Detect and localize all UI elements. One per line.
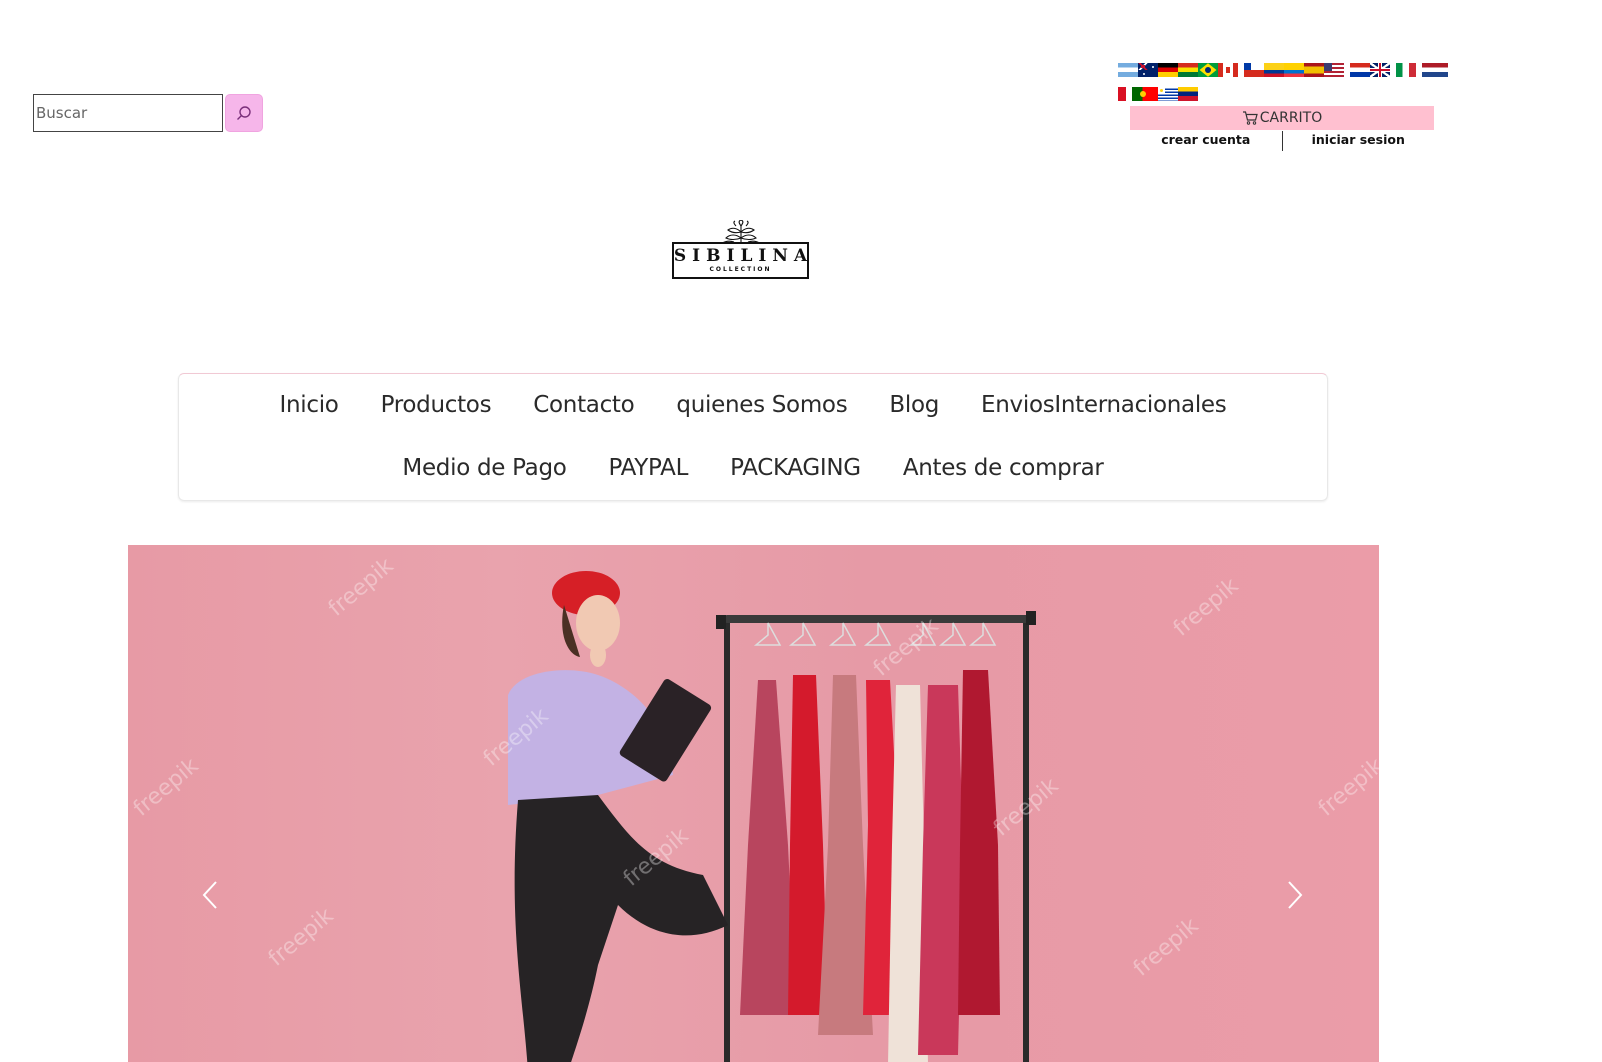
flag-pt-icon[interactable] bbox=[1132, 87, 1158, 101]
main-navigation: Inicio Productos Contacto quienes Somos … bbox=[178, 373, 1328, 501]
nav-item-productos[interactable]: Productos bbox=[381, 390, 492, 420]
nav-item-envios-internacionales[interactable]: EnviosInternacionales bbox=[981, 390, 1227, 420]
flag-nl-icon[interactable] bbox=[1422, 63, 1448, 77]
flag-pe-icon[interactable] bbox=[1118, 87, 1126, 101]
logo-subtitle: COLLECTION bbox=[709, 266, 772, 273]
login-link[interactable]: iniciar sesion bbox=[1283, 131, 1435, 151]
nav-item-packaging[interactable]: PACKAGING bbox=[730, 453, 861, 483]
flag-ca-icon[interactable] bbox=[1218, 63, 1238, 77]
flags-row-1 bbox=[1118, 63, 1448, 79]
flags-row-2 bbox=[1118, 87, 1448, 103]
nav-item-quienes-somos[interactable]: quienes Somos bbox=[676, 390, 847, 420]
chevron-right-icon bbox=[1288, 881, 1303, 909]
nav-row-1: Inicio Productos Contacto quienes Somos … bbox=[179, 390, 1327, 420]
nav-item-medio-de-pago[interactable]: Medio de Pago bbox=[402, 453, 566, 483]
nav-row-2: Medio de Pago PAYPAL PACKAGING Antes de … bbox=[179, 453, 1327, 483]
cart-label: CARRITO bbox=[1259, 110, 1323, 126]
search-button[interactable] bbox=[225, 94, 263, 132]
dresses bbox=[740, 670, 1000, 1062]
nav-item-contacto[interactable]: Contacto bbox=[533, 390, 634, 420]
carousel-next-button[interactable] bbox=[1280, 875, 1310, 915]
flag-es-icon[interactable] bbox=[1304, 63, 1324, 77]
nav-item-blog[interactable]: Blog bbox=[889, 390, 939, 420]
search-form bbox=[33, 94, 263, 132]
flag-cl-icon[interactable] bbox=[1244, 63, 1264, 77]
flag-py-icon[interactable] bbox=[1350, 63, 1370, 77]
account-links: crear cuenta iniciar sesion bbox=[1130, 131, 1434, 151]
language-flags bbox=[1118, 63, 1448, 111]
logo-box: SIBILINA COLLECTION bbox=[672, 242, 809, 279]
create-account-link[interactable]: crear cuenta bbox=[1130, 131, 1282, 151]
flag-co-icon[interactable] bbox=[1264, 63, 1284, 77]
flag-ve-icon[interactable] bbox=[1178, 87, 1198, 101]
brand-logo[interactable]: SIBILINA COLLECTION bbox=[672, 220, 809, 282]
hero-carousel: freepik freepik freepik freepik freepik … bbox=[128, 545, 1379, 1062]
woman-figure bbox=[508, 571, 728, 1062]
cart-icon bbox=[1242, 111, 1258, 125]
search-input[interactable] bbox=[33, 94, 223, 132]
chevron-left-icon bbox=[202, 881, 217, 909]
flag-uy-icon[interactable] bbox=[1158, 87, 1178, 101]
flag-au-icon[interactable] bbox=[1138, 63, 1158, 77]
nav-item-inicio[interactable]: Inicio bbox=[280, 390, 339, 420]
flag-bo-icon[interactable] bbox=[1178, 63, 1198, 77]
nav-item-paypal[interactable]: PAYPAL bbox=[609, 453, 689, 483]
carousel-prev-button[interactable] bbox=[195, 875, 225, 915]
flag-ec-icon[interactable] bbox=[1284, 63, 1304, 77]
flag-ar-icon[interactable] bbox=[1118, 63, 1138, 77]
logo-name: SIBILINA bbox=[673, 246, 814, 266]
flag-us-icon[interactable] bbox=[1324, 63, 1344, 77]
flag-it-icon[interactable] bbox=[1396, 63, 1416, 77]
flag-de-icon[interactable] bbox=[1158, 63, 1178, 77]
cart-button[interactable]: CARRITO bbox=[1130, 106, 1434, 130]
nav-item-antes-de-comprar[interactable]: Antes de comprar bbox=[903, 453, 1104, 483]
flag-br-icon[interactable] bbox=[1198, 63, 1218, 77]
flag-gb-icon[interactable] bbox=[1370, 63, 1390, 77]
search-icon bbox=[237, 106, 251, 120]
